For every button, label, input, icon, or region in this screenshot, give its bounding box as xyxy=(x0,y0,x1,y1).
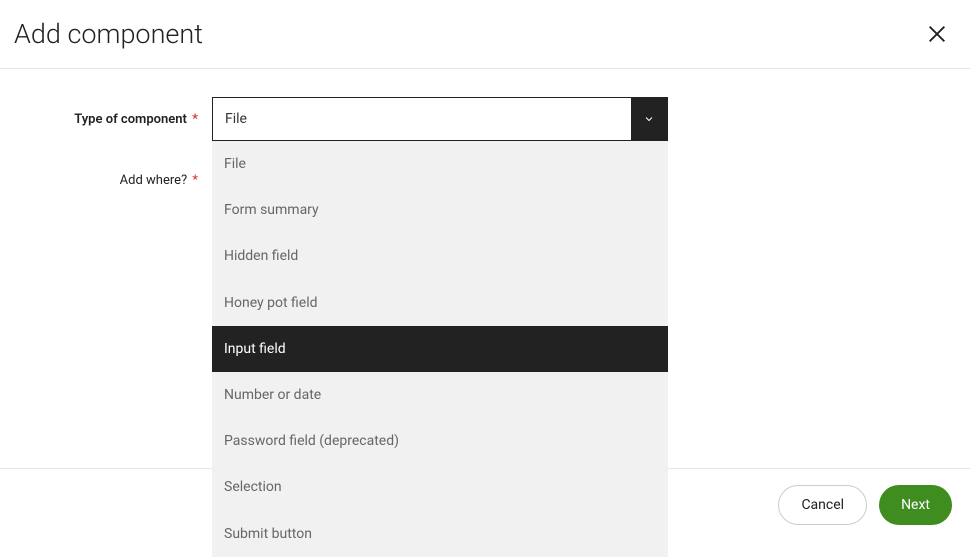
type-label: Type of component * xyxy=(20,112,212,127)
close-button[interactable] xyxy=(922,19,952,49)
modal-header: Add component xyxy=(0,0,970,69)
dropdown-item[interactable]: Hidden field xyxy=(212,233,668,279)
dropdown-item[interactable]: Password field (deprecated) xyxy=(212,418,668,464)
type-select-toggle[interactable] xyxy=(631,98,667,140)
type-row: Type of component * File FileForm summar… xyxy=(20,97,950,141)
where-label: Add where? * xyxy=(20,173,212,188)
required-mark: * xyxy=(192,173,198,188)
dropdown-item[interactable]: Selection xyxy=(212,464,668,510)
dropdown-item[interactable]: File xyxy=(212,141,668,187)
close-icon xyxy=(926,23,948,45)
cancel-button[interactable]: Cancel xyxy=(778,485,867,525)
dropdown-item[interactable]: Submit button xyxy=(212,511,668,557)
dropdown-item[interactable]: Honey pot field xyxy=(212,280,668,326)
dropdown-item[interactable]: Number or date xyxy=(212,372,668,418)
type-select-wrapper: File FileForm summaryHidden fieldHoney p… xyxy=(212,97,668,141)
chevron-down-icon xyxy=(643,113,655,125)
dropdown-item[interactable]: Form summary xyxy=(212,187,668,233)
required-mark: * xyxy=(192,112,198,127)
type-dropdown: FileForm summaryHidden fieldHoney pot fi… xyxy=(212,141,668,557)
where-label-text: Add where? xyxy=(120,173,188,188)
modal-title: Add component xyxy=(14,18,203,50)
type-label-text: Type of component xyxy=(74,112,187,127)
modal-body: Type of component * File FileForm summar… xyxy=(0,69,970,188)
next-button[interactable]: Next xyxy=(879,485,952,525)
dropdown-item[interactable]: Input field xyxy=(212,326,668,372)
type-select[interactable]: File xyxy=(212,97,668,141)
type-select-value: File xyxy=(213,98,631,140)
